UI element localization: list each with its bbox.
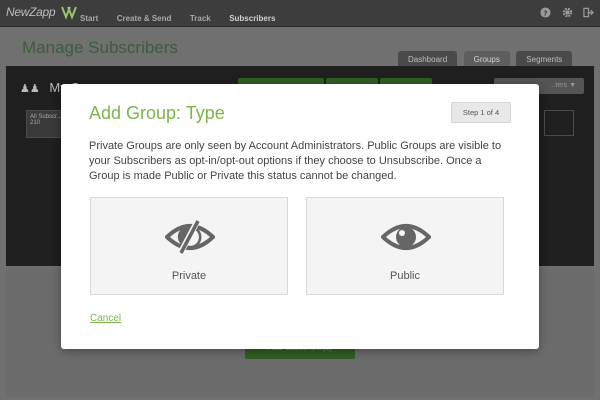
logout-icon[interactable]	[583, 7, 594, 18]
logo-text: NewZapp	[6, 5, 56, 19]
modal-title: Add Group: Type	[89, 103, 225, 123]
filter-icon: ▼	[569, 82, 576, 89]
nav-create-send[interactable]: Create & Send	[117, 14, 172, 23]
add-group-modal: Add Group: Type Step 1 of 4 Private Grou…	[61, 84, 539, 349]
section-tabs: Dashboard Groups Segments	[398, 49, 574, 68]
eye-icon	[381, 224, 431, 250]
nav-start[interactable]: Start	[80, 14, 98, 23]
people-icon: ♟♟	[20, 83, 40, 95]
nav-subscribers[interactable]: Subscribers	[229, 14, 275, 23]
public-option[interactable]: Public	[306, 197, 504, 295]
svg-text:?: ?	[543, 8, 547, 17]
page-title: Manage Subscribers	[22, 38, 178, 57]
group-card[interactable]	[544, 110, 574, 136]
step-badge: Step 1 of 4	[451, 102, 511, 123]
private-option[interactable]: Private	[90, 197, 288, 295]
top-nav: NewZapp Start Create & Send Track Subscr…	[0, 0, 600, 27]
main-nav: Start Create & Send Track Subscribers	[80, 8, 289, 26]
public-option-label: Public	[390, 270, 420, 282]
logo-mark-icon	[61, 6, 77, 20]
top-icons: ?	[534, 7, 594, 25]
modal-description: Private Groups are only seen by Account …	[89, 140, 502, 182]
settings-icon[interactable]	[562, 7, 573, 18]
help-icon[interactable]: ?	[540, 7, 551, 18]
nav-track[interactable]: Track	[190, 14, 211, 23]
filter-label: ...ters	[549, 82, 568, 89]
private-option-label: Private	[171, 270, 207, 282]
eye-slash-icon	[165, 219, 215, 255]
cancel-link[interactable]: Cancel	[90, 313, 121, 324]
